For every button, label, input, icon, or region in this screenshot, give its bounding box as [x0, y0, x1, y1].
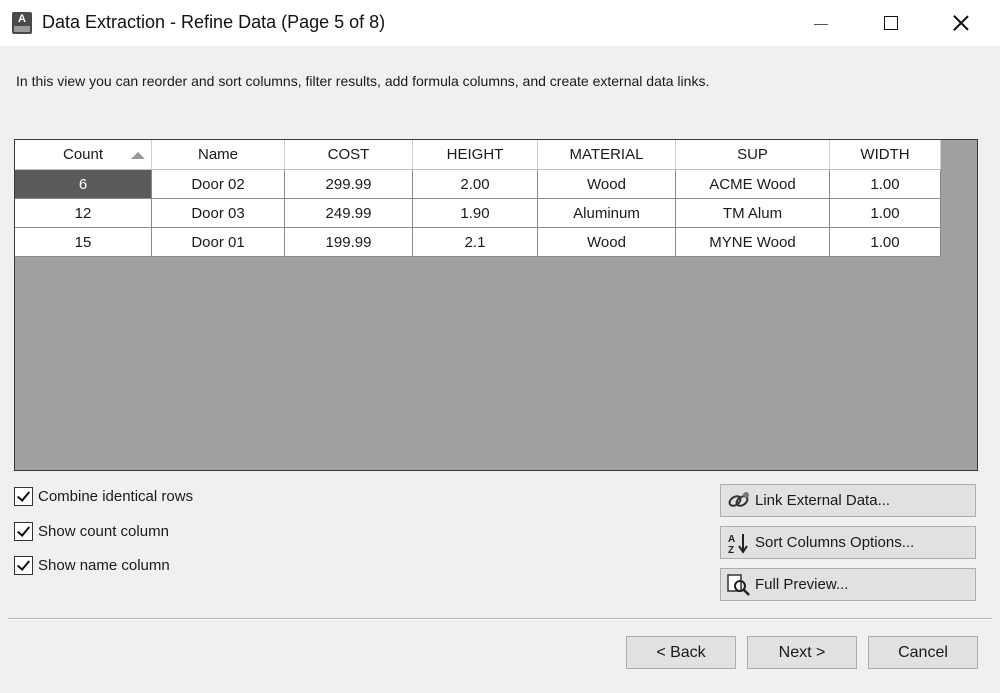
checkbox-label: Combine identical rows: [38, 488, 194, 505]
table-cell[interactable]: Door 03: [151, 198, 285, 228]
column-label: SUP: [737, 146, 768, 163]
column-header-width[interactable]: WIDTH: [829, 140, 941, 170]
page-description: In this view you can reorder and sort co…: [16, 73, 710, 89]
table-cell[interactable]: 2.1: [412, 227, 538, 257]
back-button[interactable]: < Back: [626, 636, 736, 669]
table-cell[interactable]: 12: [15, 198, 152, 228]
table-cell[interactable]: 1.00: [829, 227, 941, 257]
svg-text:A: A: [728, 534, 735, 545]
column-header-name[interactable]: Name: [151, 140, 285, 170]
table-cell[interactable]: 199.99: [284, 227, 413, 257]
link-icon: [726, 489, 752, 513]
button-label: Sort Columns Options...: [755, 534, 915, 551]
button-label: Link External Data...: [755, 492, 891, 509]
link-external-data-button[interactable]: Link External Data...: [720, 484, 976, 517]
close-button[interactable]: [938, 6, 984, 40]
window-title: Data Extraction - Refine Data (Page 5 of…: [42, 12, 386, 32]
data-grid[interactable]: Count Name COST HEIGHT MATERIAL SUP WIDT…: [14, 139, 978, 471]
column-label: WIDTH: [860, 146, 910, 163]
data-table: Count Name COST HEIGHT MATERIAL SUP WIDT…: [15, 140, 941, 257]
column-label: COST: [327, 146, 370, 163]
sort-ascending-icon: [131, 152, 145, 159]
table-cell[interactable]: 249.99: [284, 198, 413, 228]
table-cell[interactable]: MYNE Wood: [675, 227, 830, 257]
full-preview-button[interactable]: Full Preview...: [720, 568, 976, 601]
header-row: Count Name COST HEIGHT MATERIAL SUP WIDT…: [15, 140, 941, 170]
show-count-column-checkbox[interactable]: [14, 522, 33, 541]
table-cell[interactable]: 15: [15, 227, 152, 257]
table-cell[interactable]: Wood: [537, 169, 676, 199]
table-cell[interactable]: Wood: [537, 227, 676, 257]
button-label: Full Preview...: [755, 576, 849, 593]
combine-identical-rows-option[interactable]: Combine identical rows: [14, 487, 193, 506]
sort-columns-options-button[interactable]: A Z Sort Columns Options...: [720, 526, 976, 559]
table-cell[interactable]: 6: [15, 169, 152, 199]
combine-identical-rows-checkbox[interactable]: [14, 487, 33, 506]
table-cell[interactable]: TM Alum: [675, 198, 830, 228]
column-label: MATERIAL: [569, 146, 644, 163]
table-cell[interactable]: 2.00: [412, 169, 538, 199]
app-icon-strip: [14, 26, 30, 32]
show-count-column-option[interactable]: Show count column: [14, 522, 169, 541]
column-header-count[interactable]: Count: [15, 140, 152, 170]
checkbox-label: Show name column: [38, 557, 170, 574]
column-header-material[interactable]: MATERIAL: [537, 140, 676, 170]
maximize-button[interactable]: [868, 6, 914, 40]
column-label: HEIGHT: [446, 146, 504, 163]
table-row[interactable]: 15 Door 01 199.99 2.1 Wood MYNE Wood 1.0…: [15, 227, 941, 257]
dialog-client-area: In this view you can reorder and sort co…: [0, 46, 1000, 693]
svg-text:Z: Z: [728, 545, 734, 555]
minimize-button[interactable]: [798, 6, 844, 40]
footer-divider: [8, 618, 992, 620]
table-cell[interactable]: ACME Wood: [675, 169, 830, 199]
autocad-app-icon[interactable]: A: [12, 12, 32, 34]
cancel-button[interactable]: Cancel: [868, 636, 978, 669]
show-name-column-option[interactable]: Show name column: [14, 556, 170, 575]
table-cell[interactable]: Door 01: [151, 227, 285, 257]
title-bar: A Data Extraction - Refine Data (Page 5 …: [0, 0, 1000, 46]
table-cell[interactable]: 299.99: [284, 169, 413, 199]
app-icon-letter: A: [18, 13, 26, 25]
table-row[interactable]: 12 Door 03 249.99 1.90 Aluminum TM Alum …: [15, 198, 941, 228]
show-name-column-checkbox[interactable]: [14, 556, 33, 575]
table-cell[interactable]: Aluminum: [537, 198, 676, 228]
sort-az-icon: A Z: [726, 531, 752, 556]
column-header-cost[interactable]: COST: [284, 140, 413, 170]
next-button[interactable]: Next >: [747, 636, 857, 669]
table-row[interactable]: 6 Door 02 299.99 2.00 Wood ACME Wood 1.0…: [15, 169, 941, 199]
column-header-sup[interactable]: SUP: [675, 140, 830, 170]
column-header-height[interactable]: HEIGHT: [412, 140, 538, 170]
table-cell[interactable]: Door 02: [151, 169, 285, 199]
checkbox-label: Show count column: [38, 523, 169, 540]
column-label: Name: [197, 146, 238, 163]
table-cell[interactable]: 1.00: [829, 169, 941, 199]
table-cell[interactable]: 1.00: [829, 198, 941, 228]
column-label: Count: [62, 146, 104, 163]
preview-magnifier-icon: [726, 573, 752, 597]
table-cell[interactable]: 1.90: [412, 198, 538, 228]
